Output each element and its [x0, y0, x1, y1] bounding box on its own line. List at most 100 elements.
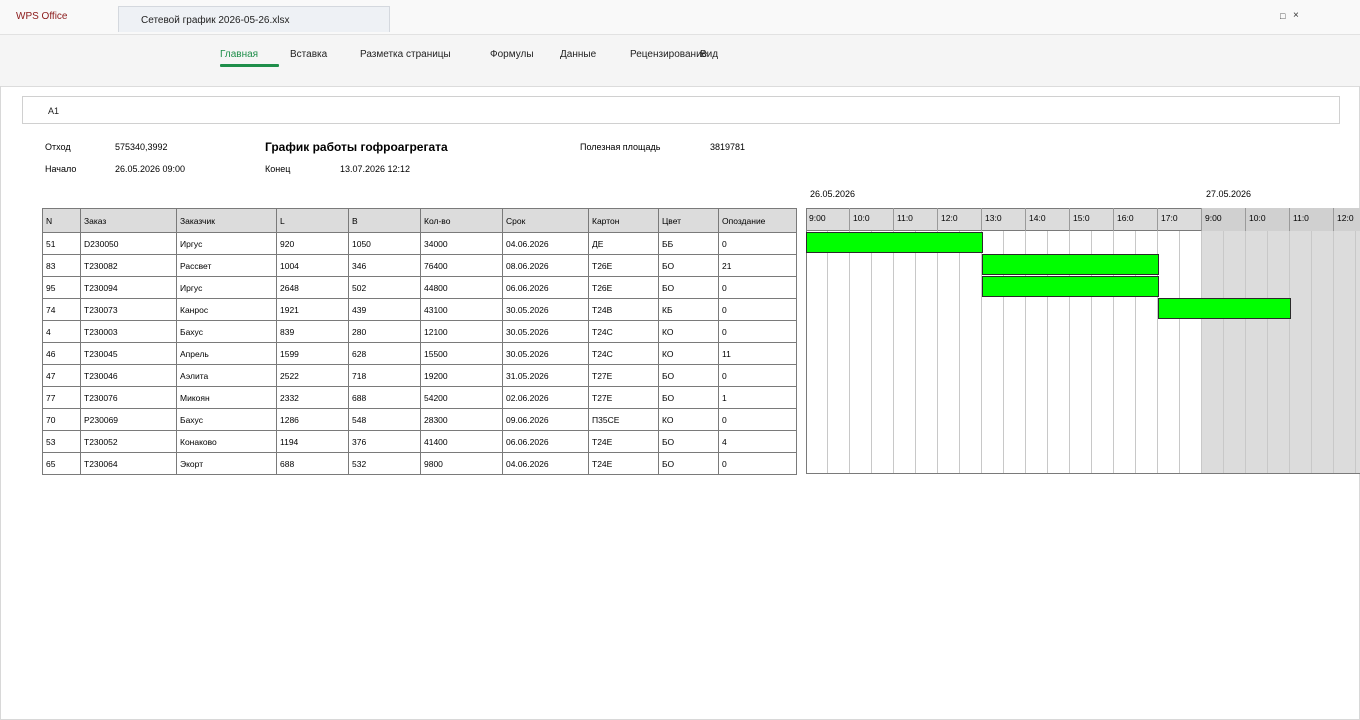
table-cell[interactable]: 532: [348, 452, 421, 475]
table-cell[interactable]: 346: [348, 254, 421, 277]
table-cell[interactable]: 1599: [276, 342, 349, 365]
table-cell[interactable]: 2332: [276, 386, 349, 409]
table-cell[interactable]: Т24В: [588, 298, 659, 321]
column-header[interactable]: N: [42, 208, 81, 233]
table-cell[interactable]: 34000: [420, 232, 503, 255]
table-cell[interactable]: 47: [42, 364, 81, 387]
table-cell[interactable]: 19200: [420, 364, 503, 387]
table-cell[interactable]: 0: [718, 452, 797, 475]
table-cell[interactable]: 11: [718, 342, 797, 365]
table-cell[interactable]: 04.06.2026: [502, 452, 589, 475]
close-button[interactable]: ×: [1293, 10, 1299, 21]
table-cell[interactable]: 12100: [420, 320, 503, 343]
table-cell[interactable]: 688: [348, 386, 421, 409]
table-cell[interactable]: БО: [658, 364, 719, 387]
table-cell[interactable]: 30.05.2026: [502, 320, 589, 343]
table-cell[interactable]: 04.06.2026: [502, 232, 589, 255]
table-cell[interactable]: 1004: [276, 254, 349, 277]
table-cell[interactable]: Иргус: [176, 276, 277, 299]
column-header[interactable]: Цвет: [658, 208, 719, 233]
tab-insert[interactable]: Вставка: [290, 49, 327, 60]
table-cell[interactable]: БО: [658, 386, 719, 409]
table-cell[interactable]: Бахус: [176, 320, 277, 343]
table-cell[interactable]: Т26Е: [588, 254, 659, 277]
table-cell[interactable]: БО: [658, 276, 719, 299]
tab-data[interactable]: Данные: [560, 49, 596, 60]
table-cell[interactable]: 53: [42, 430, 81, 453]
table-cell[interactable]: Т24С: [588, 320, 659, 343]
column-header[interactable]: Кол-во: [420, 208, 503, 233]
table-cell[interactable]: 54200: [420, 386, 503, 409]
column-header[interactable]: Заказ: [80, 208, 177, 233]
table-cell[interactable]: 28300: [420, 408, 503, 431]
table-cell[interactable]: 65: [42, 452, 81, 475]
table-cell[interactable]: 51: [42, 232, 81, 255]
table-cell[interactable]: Микоян: [176, 386, 277, 409]
column-header[interactable]: Срок: [502, 208, 589, 233]
table-cell[interactable]: 83: [42, 254, 81, 277]
table-cell[interactable]: БО: [658, 430, 719, 453]
table-cell[interactable]: 688: [276, 452, 349, 475]
table-cell[interactable]: T230064: [80, 452, 177, 475]
table-cell[interactable]: 439: [348, 298, 421, 321]
table-cell[interactable]: Т26Е: [588, 276, 659, 299]
table-cell[interactable]: 502: [348, 276, 421, 299]
table-cell[interactable]: 02.06.2026: [502, 386, 589, 409]
tab-review[interactable]: Рецензирование: [630, 49, 707, 60]
column-header[interactable]: Опоздание: [718, 208, 797, 233]
table-cell[interactable]: Рассвет: [176, 254, 277, 277]
table-cell[interactable]: 21: [718, 254, 797, 277]
document-tab[interactable]: Сетевой график 2026-05-26.xlsx: [118, 6, 390, 32]
table-cell[interactable]: 46: [42, 342, 81, 365]
table-cell[interactable]: T230073: [80, 298, 177, 321]
table-cell[interactable]: 0: [718, 408, 797, 431]
table-cell[interactable]: П35СЕ: [588, 408, 659, 431]
table-cell[interactable]: 15500: [420, 342, 503, 365]
table-cell[interactable]: Иргус: [176, 232, 277, 255]
restore-button[interactable]: □: [1280, 11, 1285, 21]
tab-home[interactable]: Главная: [220, 49, 258, 60]
tab-view[interactable]: Вид: [700, 49, 718, 60]
table-cell[interactable]: Т27Е: [588, 364, 659, 387]
table-cell[interactable]: БО: [658, 452, 719, 475]
table-cell[interactable]: D230050: [80, 232, 177, 255]
table-cell[interactable]: 920: [276, 232, 349, 255]
table-cell[interactable]: 0: [718, 276, 797, 299]
table-cell[interactable]: 2522: [276, 364, 349, 387]
table-cell[interactable]: 718: [348, 364, 421, 387]
table-cell[interactable]: 1050: [348, 232, 421, 255]
table-cell[interactable]: 31.05.2026: [502, 364, 589, 387]
table-cell[interactable]: 280: [348, 320, 421, 343]
table-cell[interactable]: 628: [348, 342, 421, 365]
table-cell[interactable]: 839: [276, 320, 349, 343]
table-cell[interactable]: Экорт: [176, 452, 277, 475]
table-cell[interactable]: Канрос: [176, 298, 277, 321]
column-header[interactable]: Картон: [588, 208, 659, 233]
table-cell[interactable]: 376: [348, 430, 421, 453]
table-cell[interactable]: 1194: [276, 430, 349, 453]
table-cell[interactable]: 0: [718, 364, 797, 387]
table-cell[interactable]: T230094: [80, 276, 177, 299]
table-cell[interactable]: Бахус: [176, 408, 277, 431]
table-cell[interactable]: КО: [658, 342, 719, 365]
table-cell[interactable]: Апрель: [176, 342, 277, 365]
table-cell[interactable]: Т24С: [588, 342, 659, 365]
table-cell[interactable]: 77: [42, 386, 81, 409]
gantt-bar[interactable]: [982, 276, 1159, 297]
gantt-bar[interactable]: [806, 232, 983, 253]
table-cell[interactable]: 548: [348, 408, 421, 431]
table-cell[interactable]: ББ: [658, 232, 719, 255]
table-cell[interactable]: Конаково: [176, 430, 277, 453]
table-cell[interactable]: Аэлита: [176, 364, 277, 387]
gantt-bar[interactable]: [982, 254, 1159, 275]
table-cell[interactable]: 70: [42, 408, 81, 431]
table-cell[interactable]: 4: [42, 320, 81, 343]
table-cell[interactable]: 06.06.2026: [502, 430, 589, 453]
table-cell[interactable]: T230076: [80, 386, 177, 409]
table-cell[interactable]: 41400: [420, 430, 503, 453]
table-cell[interactable]: Т27Е: [588, 386, 659, 409]
gantt-bar[interactable]: [1158, 298, 1291, 319]
table-cell[interactable]: T230046: [80, 364, 177, 387]
table-cell[interactable]: КО: [658, 320, 719, 343]
table-cell[interactable]: 0: [718, 232, 797, 255]
